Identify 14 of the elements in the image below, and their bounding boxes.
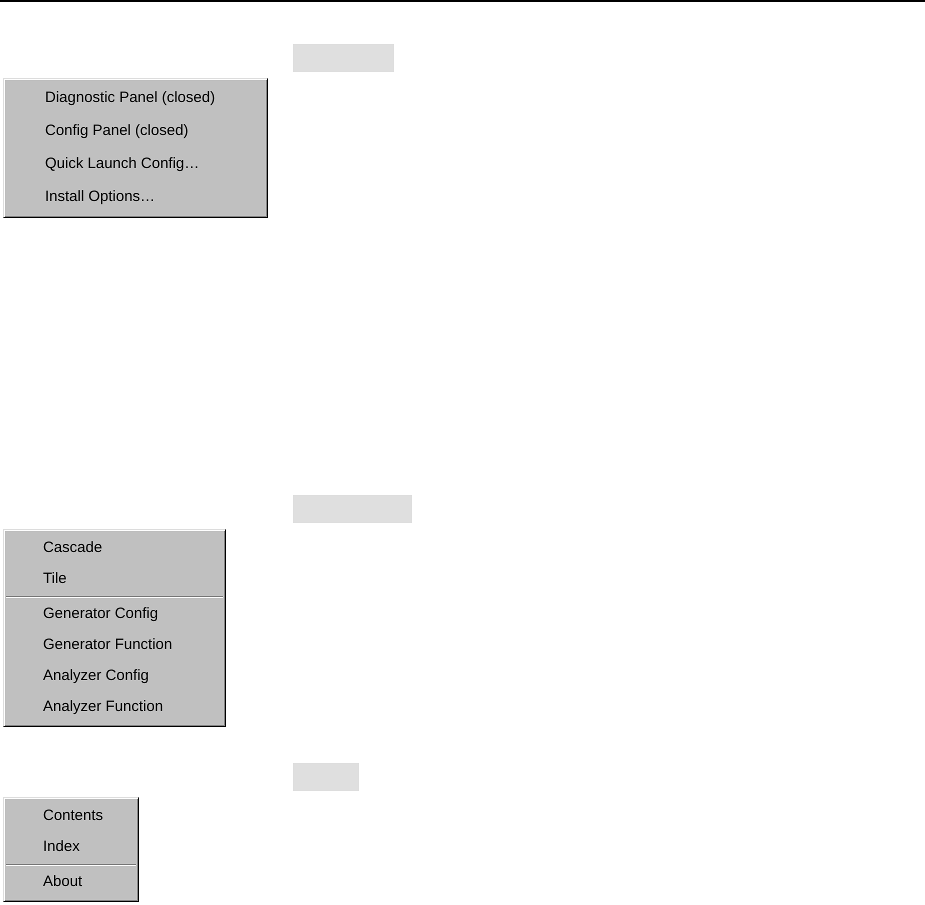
menu-item[interactable]: Cascade: [4, 533, 225, 564]
menu-item[interactable]: Diagnostic Panel (closed): [4, 82, 267, 115]
menu-item[interactable]: Generator Config: [4, 599, 225, 630]
menu-item[interactable]: About: [4, 867, 138, 898]
menu-item[interactable]: Config Panel (closed): [4, 115, 267, 148]
menu-item[interactable]: Install Options…: [4, 181, 267, 214]
menu-item[interactable]: Quick Launch Config…: [4, 148, 267, 181]
menu-item[interactable]: Generator Function: [4, 630, 225, 661]
menu-item[interactable]: Contents: [4, 801, 138, 832]
menu-item[interactable]: Index: [4, 832, 138, 863]
menu-item[interactable]: Analyzer Function: [4, 692, 225, 723]
menu-item[interactable]: Analyzer Config: [4, 661, 225, 692]
blank-menu-title: [293, 763, 359, 791]
menu-item[interactable]: Tile: [4, 564, 225, 595]
